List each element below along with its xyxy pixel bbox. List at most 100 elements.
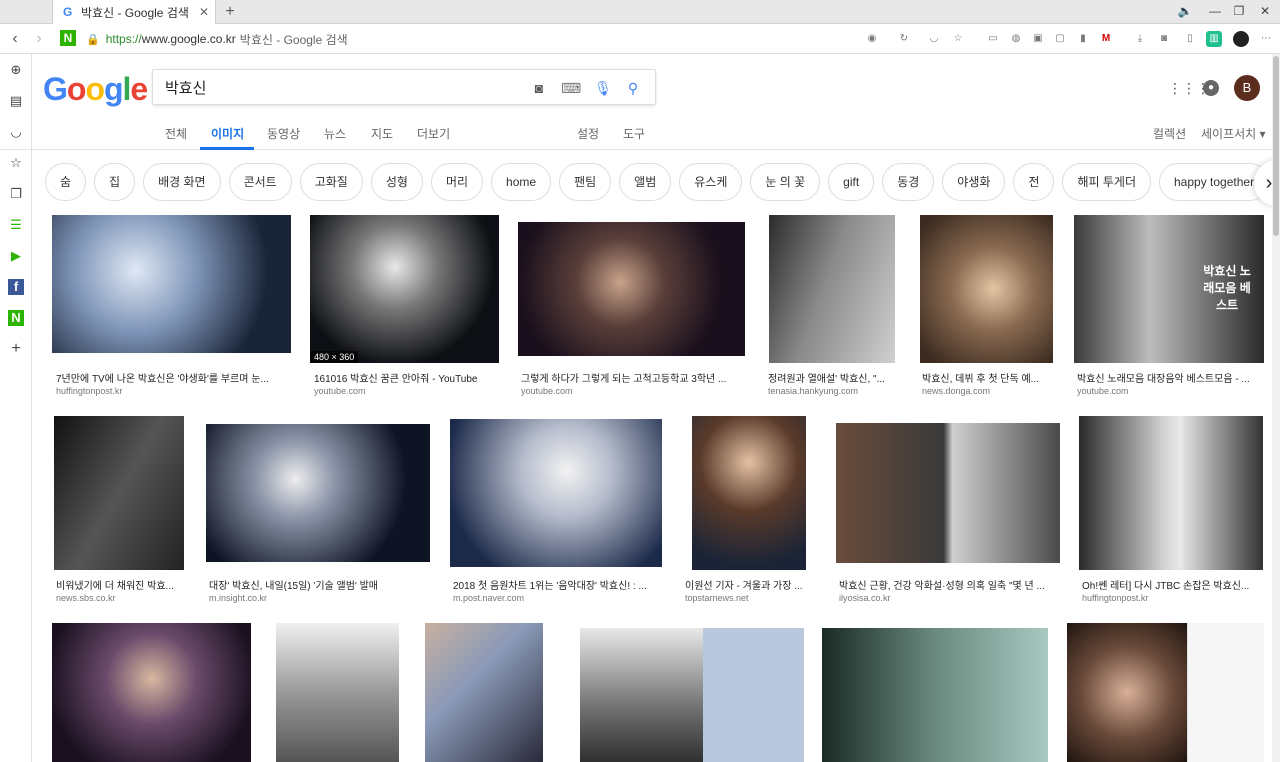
chip[interactable]: 집 [94,163,136,201]
chip[interactable]: home [491,163,552,201]
chip[interactable]: gift [828,163,875,201]
result-image-17[interactable] [822,628,1048,762]
result-caption[interactable]: 박효신 근황, 건강 악화설·성형 의혹 일축 "몇 년 ... [839,577,1057,592]
result-image-16-chat[interactable] [703,628,804,762]
chip[interactable]: 야생화 [942,163,1006,201]
result-caption[interactable]: Oh!쎈 레터] 다시 JTBC 손잡은 박효신... [1082,577,1262,592]
result-caption[interactable]: 2018 첫 음원차트 1위는 '음악대장' 박효신! : ... [453,577,659,592]
tab-more[interactable]: 더보기 [417,125,450,142]
camera-icon[interactable]: ◙ [1156,31,1172,47]
volume-icon[interactable]: 🔈 [1170,0,1200,24]
result-image-3[interactable] [518,222,745,356]
tab-videos[interactable]: 동영상 [267,125,300,142]
result-image-7[interactable] [54,416,184,570]
download-icon[interactable]: ⤓ [1132,31,1148,47]
copy-icon[interactable]: ❐ [8,186,24,202]
add-icon[interactable]: + [8,341,24,357]
result-image-13[interactable] [52,623,251,762]
chip[interactable]: 팬팀 [559,163,612,201]
result-image-18-post[interactable] [1187,623,1264,762]
chip[interactable]: happy together [1159,163,1270,201]
back-icon[interactable]: ‹ [4,28,26,50]
chip[interactable]: 숨 [45,163,87,201]
search-icon[interactable]: ⚲ [623,78,643,98]
menu-dots-icon[interactable]: ⋯ [1258,31,1274,47]
extension-chat-icon[interactable]: ▭ [985,31,1001,47]
camera-search-icon[interactable]: ◙ [529,78,549,98]
reader-icon[interactable]: ▯ [1182,31,1198,47]
list-icon[interactable]: ☰ [8,217,24,233]
result-caption[interactable]: 비워냈기에 더 채워진 박효... [56,577,182,592]
tab-settings[interactable]: 설정 [577,125,599,142]
result-image-2[interactable]: 480 × 360 [310,215,499,363]
extension-i-icon[interactable]: ▮ [1075,31,1091,47]
search-history-icon[interactable]: ⊕ [8,62,24,78]
result-image-16[interactable] [580,628,703,762]
facebook-icon[interactable]: f [8,279,24,295]
sidebar-toggle-icon[interactable]: ▥ [1206,31,1222,47]
chip[interactable]: 콘서트 [228,163,292,201]
naver-n-icon[interactable]: N [60,30,76,46]
chip[interactable]: 유스케 [679,163,743,201]
chip[interactable]: 성형 [370,163,423,201]
chip[interactable]: 배경 화면 [143,163,221,201]
search-input[interactable] [165,78,525,96]
chip[interactable]: 동경 [882,163,935,201]
result-image-8[interactable] [206,424,430,562]
extension-u-icon[interactable]: ◍ [1008,31,1024,47]
keyboard-icon[interactable]: ⌨ [561,78,581,98]
reload-icon[interactable]: ↻ [896,31,912,47]
tab-all[interactable]: 전체 [165,125,187,142]
chip[interactable]: 앨범 [619,163,672,201]
tab-tools[interactable]: 도구 [623,125,645,142]
result-caption[interactable]: 그렇게 하다가 그렇게 되는 고척고등학교 3학년 ... [521,370,743,385]
tab-maps[interactable]: 지도 [371,125,393,142]
result-image-10[interactable] [692,416,806,570]
result-caption[interactable]: 박효신 노래모음 대장음악 베스트모음 - ... [1077,370,1261,385]
chip[interactable]: 전 [1013,163,1055,201]
gmail-icon[interactable]: M [1098,31,1114,47]
extension-box-icon[interactable]: ▣ [1030,31,1046,47]
apps-grid-icon[interactable]: ⋮⋮⋮ [1168,80,1210,96]
forward-icon[interactable]: › [28,28,50,50]
result-caption[interactable]: 161016 박효신 꿈큰 안아줘 - YouTube [314,370,500,385]
safesearch-menu[interactable]: 세이프서치 ▾ [1201,125,1266,142]
url-field[interactable]: 🔒 https:// www.google.co.kr 박효신 - Google… [86,28,856,50]
result-image-12[interactable] [1079,416,1263,570]
result-image-11[interactable] [836,423,1060,563]
chip[interactable]: 해피 투게더 [1062,163,1151,201]
favorites-star-icon[interactable]: ☆ [8,155,24,171]
news-icon[interactable]: ▤ [8,93,24,109]
result-image-15[interactable] [425,623,543,762]
pocket-icon[interactable]: ◡ [926,31,942,47]
new-tab-button[interactable]: + [220,2,240,22]
result-image-6[interactable]: 박효신 노래모음 베스트 [1074,215,1264,363]
tab-close-icon[interactable]: ✕ [199,5,209,19]
scrollbar-thumb[interactable] [1273,56,1279,236]
avatar[interactable]: B [1234,75,1260,101]
play-icon[interactable]: ▶ [8,248,24,264]
chip[interactable]: 눈 의 꽃 [750,163,821,201]
result-image-18[interactable] [1067,623,1187,762]
profile-icon[interactable] [1233,31,1249,47]
window-close-icon[interactable]: ✕ [1250,0,1280,24]
notifications-icon[interactable]: ● [1203,80,1219,96]
location-pin-icon[interactable]: ◉ [864,31,880,47]
result-caption[interactable]: 이원선 기자 - 겨울과 가장 ... [685,577,813,592]
result-image-9[interactable] [450,419,662,567]
tab-images[interactable]: 이미지 [211,125,244,142]
extension-screen-icon[interactable]: ▢ [1052,31,1068,47]
result-image-4[interactable] [769,215,895,363]
result-caption[interactable]: 박효신, 데뷔 후 첫 단독 예... [922,370,1050,385]
tab-news[interactable]: 뉴스 [324,125,346,142]
collections-link[interactable]: 컬렉션 [1153,125,1186,142]
result-caption[interactable]: 대장' 박효신, 내일(15일) '기술 앨범' 발매 [209,577,431,592]
bookmark-star-icon[interactable]: ☆ [950,31,966,47]
chip[interactable]: 머리 [430,163,484,201]
chip[interactable]: 고화질 [299,163,363,201]
browser-tab[interactable]: G 박효신 - Google 검색 ✕ [52,0,216,24]
result-image-14[interactable] [276,623,399,762]
result-image-5[interactable] [920,215,1053,363]
microphone-icon[interactable]: 🎙 [593,78,613,98]
result-image-1[interactable] [52,215,291,353]
